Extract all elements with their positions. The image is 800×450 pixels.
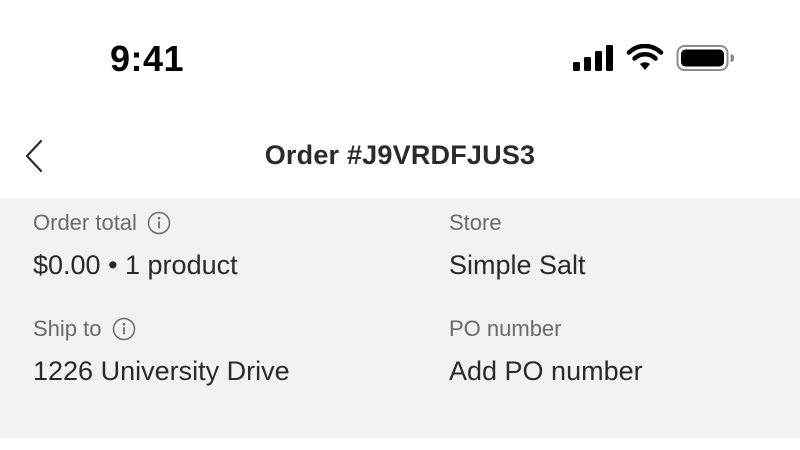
order-header: Order #J9VRDFJUS3	[0, 118, 800, 198]
wifi-icon	[626, 43, 664, 77]
store-value[interactable]: Simple Salt	[449, 248, 586, 282]
order-total-field: Order total $0.00 • 1 product	[33, 208, 238, 282]
add-po-number-button[interactable]: Add PO number	[449, 354, 643, 388]
ship-to-value: 1226 University Drive	[33, 356, 290, 386]
page-title: Order #J9VRDFJUS3	[264, 140, 536, 170]
po-number-label-row: PO number	[449, 314, 643, 344]
po-number-field: PO number Add PO number	[449, 314, 643, 388]
po-number-label: PO number	[449, 316, 562, 341]
ship-to-label: Ship to	[33, 316, 102, 341]
store-label: Store	[449, 210, 502, 235]
info-icon[interactable]	[147, 211, 171, 235]
order-total-label: Order total	[33, 210, 137, 235]
ship-to-field: Ship to 1226 University Drive	[33, 314, 290, 388]
ship-to-label-row: Ship to	[33, 314, 290, 344]
battery-icon	[676, 44, 735, 77]
signal-icon	[572, 44, 614, 76]
order-summary-panel: Order total $0.00 • 1 product Store Simp…	[0, 198, 800, 438]
status-icons	[572, 43, 735, 77]
order-total-label-row: Order total	[33, 208, 238, 238]
info-icon[interactable]	[112, 317, 136, 341]
status-bar: 9:41	[0, 0, 800, 110]
status-time: 9:41	[110, 38, 185, 79]
store-field: Store Simple Salt	[449, 208, 586, 282]
order-total-value: $0.00 • 1 product	[33, 250, 238, 280]
store-label-row: Store	[449, 208, 586, 238]
